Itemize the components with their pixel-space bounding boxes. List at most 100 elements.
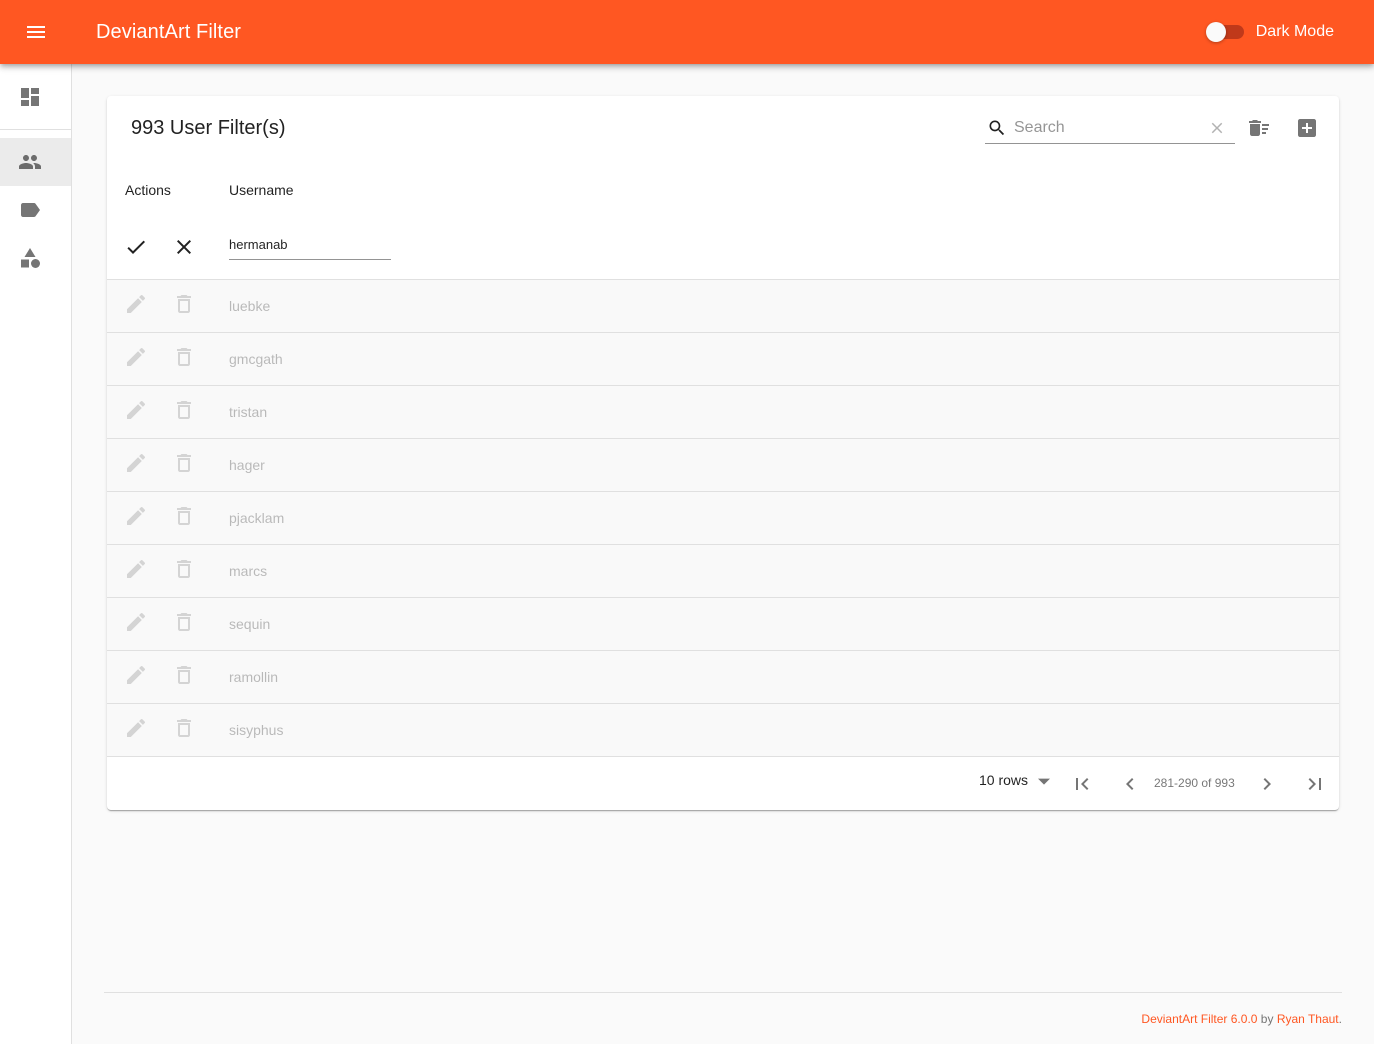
rows-per-page-select[interactable]: 10 rows	[979, 772, 1051, 788]
last-page-icon	[1308, 778, 1321, 790]
edit-button[interactable]	[116, 551, 156, 591]
delete-button[interactable]	[164, 445, 204, 485]
table-row: marcs	[107, 545, 1339, 598]
footer-period: .	[1338, 1012, 1342, 1026]
label-icon	[21, 203, 40, 217]
table-row: ramollin	[107, 651, 1339, 704]
chevron-left-icon	[1126, 778, 1134, 790]
chevron-right-icon	[1263, 778, 1271, 790]
edit-icon	[124, 716, 148, 745]
dark-mode-label: Dark Mode	[1255, 23, 1334, 40]
delete-button[interactable]	[164, 339, 204, 379]
username-cell: pjacklam	[229, 510, 285, 526]
edit-button[interactable]	[116, 286, 156, 326]
table-row: sisyphus	[107, 704, 1339, 757]
edit-button[interactable]	[116, 445, 156, 485]
edit-icon	[124, 292, 148, 321]
side-drawer	[0, 64, 72, 1044]
search-input[interactable]	[1014, 118, 1205, 137]
edit-button[interactable]	[116, 339, 156, 379]
delete-icon	[172, 610, 196, 639]
delete-button[interactable]	[164, 604, 204, 644]
edit-button[interactable]	[116, 604, 156, 644]
dark-mode-toggle[interactable]: Dark Mode	[1205, 20, 1334, 44]
edit-button[interactable]	[116, 392, 156, 432]
search-box	[985, 112, 1235, 144]
table-header: Actions Username	[107, 160, 1339, 218]
username-field	[229, 234, 391, 260]
delete-all-button[interactable]	[1235, 104, 1283, 152]
username-cell: marcs	[229, 563, 268, 579]
delete-button[interactable]	[164, 498, 204, 538]
page-footer: DeviantArt Filter 6.0.0 by Ryan Thaut.	[104, 992, 1342, 1044]
delete-button[interactable]	[164, 392, 204, 432]
editing-row	[107, 218, 1339, 280]
table-body: luebke gmcgath tristan hager pjacklam marcs se…	[107, 280, 1339, 757]
edit-button[interactable]	[116, 657, 156, 697]
footer-by-text: by	[1260, 1012, 1274, 1026]
add-filter-button[interactable]	[1283, 104, 1331, 152]
edit-icon	[124, 504, 148, 533]
delete-button[interactable]	[164, 657, 204, 697]
page-title: 993 User Filter(s)	[131, 116, 286, 139]
clear-search-button[interactable]	[1205, 116, 1229, 140]
check-icon	[127, 240, 145, 254]
search-icon	[985, 116, 1009, 140]
username-input[interactable]	[229, 234, 389, 252]
delete-icon	[172, 292, 196, 321]
drawer-divider	[0, 129, 71, 130]
add-box-icon	[1298, 119, 1316, 137]
sidebar-item-tags[interactable]	[0, 186, 71, 234]
column-header-actions: Actions	[125, 182, 171, 198]
sidebar-item-categories[interactable]	[0, 234, 71, 282]
dark-mode-switch[interactable]	[1205, 20, 1244, 44]
people-icon	[19, 155, 41, 169]
delete-sweep-icon	[1249, 120, 1269, 136]
username-cell: hager	[229, 457, 265, 473]
app-version-link[interactable]: DeviantArt Filter 6.0.0	[1141, 1012, 1257, 1026]
delete-icon	[172, 504, 196, 533]
cancel-button[interactable]	[162, 225, 206, 269]
username-cell: sisyphus	[229, 722, 284, 738]
edit-icon	[124, 398, 148, 427]
delete-button[interactable]	[164, 710, 204, 750]
save-button[interactable]	[114, 225, 158, 269]
dashboard-icon	[21, 88, 39, 106]
username-cell: tristan	[229, 404, 268, 420]
category-icon	[21, 248, 40, 268]
table-row: gmcgath	[107, 333, 1339, 386]
app-title: DeviantArt Filter	[96, 20, 242, 43]
edit-button[interactable]	[116, 498, 156, 538]
menu-button[interactable]	[12, 8, 60, 56]
edit-icon	[124, 610, 148, 639]
first-page-icon	[1076, 778, 1089, 790]
delete-icon	[172, 398, 196, 427]
edit-icon	[124, 557, 148, 586]
edit-icon	[124, 451, 148, 480]
previous-page-button[interactable]	[1106, 760, 1154, 808]
author-link[interactable]: Ryan Thaut	[1277, 1012, 1339, 1026]
sidebar-item-dashboard[interactable]	[0, 73, 71, 121]
delete-icon	[172, 716, 196, 745]
username-cell: ramollin	[229, 669, 279, 685]
delete-button[interactable]	[164, 551, 204, 591]
next-page-button[interactable]	[1243, 760, 1291, 808]
last-page-button[interactable]	[1291, 760, 1339, 808]
table-row: hager	[107, 439, 1339, 492]
username-cell: sequin	[229, 616, 271, 632]
username-cell: luebke	[229, 298, 271, 314]
first-page-button[interactable]	[1058, 760, 1106, 808]
delete-button[interactable]	[164, 286, 204, 326]
sidebar-item-users[interactable]	[0, 138, 71, 186]
delete-icon	[172, 557, 196, 586]
footer-credit: DeviantArt Filter 6.0.0 by Ryan Thaut.	[1141, 1012, 1342, 1026]
column-header-username[interactable]: Username	[229, 182, 294, 198]
page-range: 281-290 of 993	[1154, 776, 1235, 790]
close-icon	[1211, 122, 1223, 133]
table-row: luebke	[107, 280, 1339, 333]
edit-button[interactable]	[116, 710, 156, 750]
menu-icon	[27, 26, 45, 38]
table-row: sequin	[107, 598, 1339, 651]
delete-icon	[172, 345, 196, 374]
username-cell: gmcgath	[229, 351, 283, 367]
